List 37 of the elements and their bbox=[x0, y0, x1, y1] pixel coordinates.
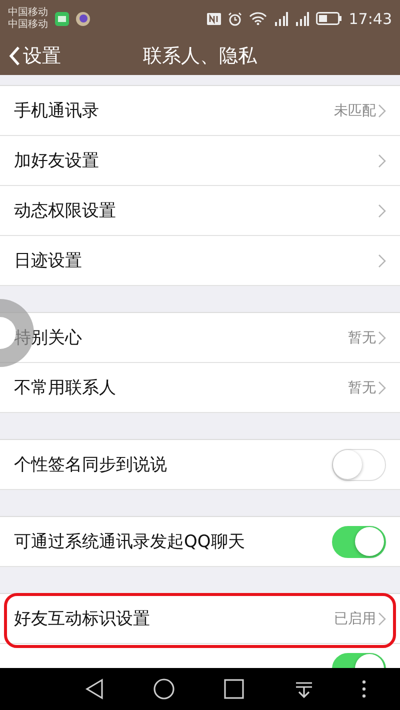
chevron-icon bbox=[378, 104, 386, 118]
battery-icon bbox=[316, 12, 342, 25]
chevron-icon bbox=[378, 612, 386, 626]
chevron-icon bbox=[378, 380, 386, 394]
carrier-name: 中国移动 bbox=[8, 6, 48, 18]
status-text: 未匹配 bbox=[334, 102, 376, 120]
status-text: 暂无 bbox=[348, 378, 376, 396]
signal-icon bbox=[294, 12, 309, 26]
signal-icon bbox=[274, 12, 288, 26]
alarm-icon bbox=[228, 12, 242, 26]
chevron-icon bbox=[378, 154, 386, 168]
more-icon[interactable] bbox=[362, 678, 366, 700]
settings-row[interactable]: 加好友设置 bbox=[0, 136, 400, 186]
wifi-icon bbox=[248, 12, 267, 25]
clock-time: 17:43 bbox=[348, 10, 392, 28]
status-text: 暂无 bbox=[348, 328, 376, 346]
home-icon[interactable] bbox=[153, 678, 176, 700]
back-button[interactable]: 设置 bbox=[0, 43, 61, 69]
back-icon[interactable] bbox=[84, 678, 106, 700]
settings-row[interactable]: 手机通讯录 未匹配 bbox=[0, 86, 400, 136]
toggle-switch[interactable] bbox=[332, 448, 386, 480]
nfc-icon bbox=[206, 12, 221, 24]
carrier-name: 中国移动 bbox=[8, 18, 48, 30]
app-icon bbox=[55, 12, 69, 26]
toggle-row[interactable]: 个性签名同步到说说 bbox=[0, 440, 400, 490]
chevron-icon bbox=[378, 254, 386, 268]
toggle-row[interactable]: 可通过系统通讯录发起QQ聊天 bbox=[0, 517, 400, 567]
status-text: 已启用 bbox=[334, 610, 376, 628]
chevron-icon bbox=[378, 204, 386, 218]
settings-row[interactable]: 日迹设置 bbox=[0, 236, 400, 286]
toggle-switch[interactable] bbox=[332, 526, 386, 558]
settings-row[interactable]: 动态权限设置 bbox=[0, 186, 400, 236]
chevron-icon bbox=[378, 330, 386, 344]
back-icon bbox=[9, 46, 20, 66]
app-icon bbox=[76, 12, 90, 26]
recent-apps-icon[interactable] bbox=[222, 678, 245, 700]
page-title: 联系人、隐私 bbox=[143, 44, 257, 69]
